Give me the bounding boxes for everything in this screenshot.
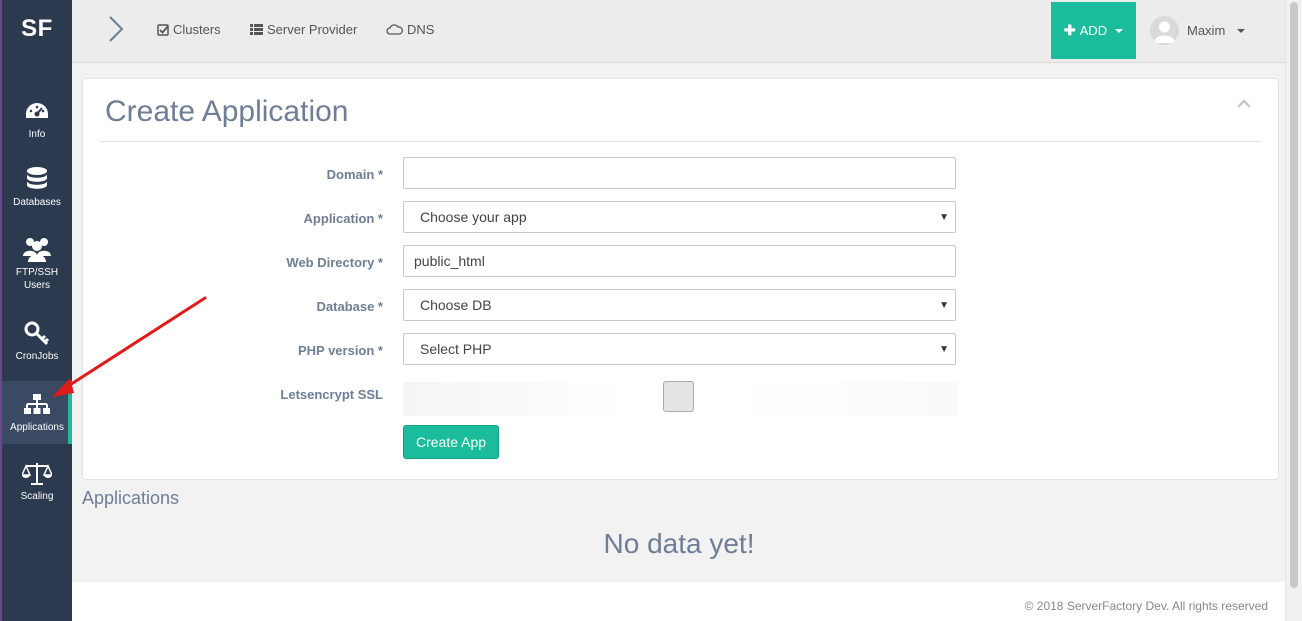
nav-link-server-provider[interactable]: Server Provider: [250, 22, 357, 37]
database-icon: [27, 167, 47, 189]
sidebar-item-ftp-ssh-users[interactable]: FTP/SSH Users: [2, 236, 72, 292]
brand-logo[interactable]: SF: [2, 0, 72, 58]
domain-input[interactable]: [403, 157, 956, 189]
sitemap-icon: [24, 394, 50, 414]
cloud-icon: [386, 24, 403, 35]
active-indicator: [68, 381, 72, 444]
database-label: Database *: [316, 299, 383, 314]
application-select[interactable]: Choose your app ▼: [403, 201, 956, 233]
sidebar-item-label: Databases: [13, 197, 61, 208]
sidebar-item-info[interactable]: Info: [2, 98, 72, 141]
nav-link-label: DNS: [407, 22, 435, 37]
scale-icon: [22, 463, 52, 485]
sidebar-item-label: FTP/SSH Users: [15, 267, 59, 291]
panel-divider: [100, 141, 1261, 142]
sidebar-item-label: Applications: [10, 422, 64, 433]
php-version-select-value: Select PHP: [420, 341, 492, 357]
sidebar: SF Info Databases FTP/SSH Users CronJobs…: [2, 0, 72, 621]
users-icon: [23, 238, 51, 262]
nav-link-dns[interactable]: DNS: [386, 22, 434, 37]
web-directory-input[interactable]: public_html: [403, 245, 956, 277]
dropdown-arrow-icon: ▼: [939, 300, 949, 311]
copyright-text: © 2018 ServerFactory Dev. All rights res…: [1024, 599, 1268, 613]
web-directory-label: Web Directory *: [286, 255, 383, 270]
sidebar-item-databases[interactable]: Databases: [2, 166, 72, 209]
letsencrypt-ssl-toggle-knob[interactable]: [663, 381, 694, 412]
collapse-chevron-up-icon[interactable]: [1237, 99, 1251, 109]
sidebar-item-label: Info: [28, 129, 46, 140]
nav-link-label: Server Provider: [267, 22, 358, 37]
domain-label: Domain *: [326, 167, 383, 182]
add-button-label: ADD: [1079, 23, 1108, 38]
check-square-icon: [157, 23, 169, 36]
empty-state-message: No data yet!: [603, 528, 755, 559]
nav-link-label: Clusters: [173, 22, 221, 37]
dashboard-icon: [26, 103, 48, 118]
sidebar-item-scaling[interactable]: Scaling: [2, 460, 72, 503]
vertical-scrollbar[interactable]: [1285, 0, 1302, 621]
letsencrypt-ssl-label: Letsencrypt SSL: [280, 387, 383, 402]
sidebar-item-label: Scaling: [20, 491, 54, 502]
add-dropdown-button[interactable]: ✚ ADD: [1051, 2, 1136, 59]
nav-link-clusters[interactable]: Clusters: [157, 22, 221, 37]
panel-title: Create Application: [105, 95, 349, 128]
dropdown-arrow-icon: ▼: [939, 344, 949, 355]
php-version-label: PHP version *: [297, 343, 383, 358]
plus-icon: ✚: [1063, 22, 1076, 38]
create-application-panel: Create Application Domain * Application …: [82, 78, 1279, 480]
database-select[interactable]: Choose DB ▼: [403, 289, 956, 321]
sidebar-item-cronjobs[interactable]: CronJobs: [2, 320, 72, 363]
sidebar-toggle-chevron-icon[interactable]: [108, 15, 124, 43]
caret-down-icon: [1115, 28, 1124, 33]
list-icon: [250, 24, 263, 35]
sidebar-item-applications[interactable]: Applications: [2, 381, 72, 444]
user-menu[interactable]: Maxim: [1150, 16, 1246, 45]
create-app-button[interactable]: Create App: [403, 425, 499, 459]
dropdown-arrow-icon: ▼: [939, 212, 949, 223]
application-label: Application *: [303, 211, 383, 226]
user-name: Maxim: [1187, 23, 1226, 38]
database-select-value: Choose DB: [420, 297, 492, 313]
avatar: [1150, 16, 1179, 45]
sidebar-item-label: CronJobs: [15, 351, 59, 362]
key-icon: [24, 321, 50, 346]
footer: © 2018 ServerFactory Dev. All rights res…: [72, 582, 1286, 621]
php-version-select[interactable]: Select PHP ▼: [403, 333, 956, 365]
applications-heading: Applications: [82, 488, 180, 508]
caret-down-icon: [1237, 28, 1246, 33]
application-select-value: Choose your app: [420, 209, 527, 225]
top-navbar: Clusters Server Provider DNS ✚ ADD Maxim: [72, 0, 1286, 63]
scrollbar-thumb[interactable]: [1290, 2, 1298, 588]
